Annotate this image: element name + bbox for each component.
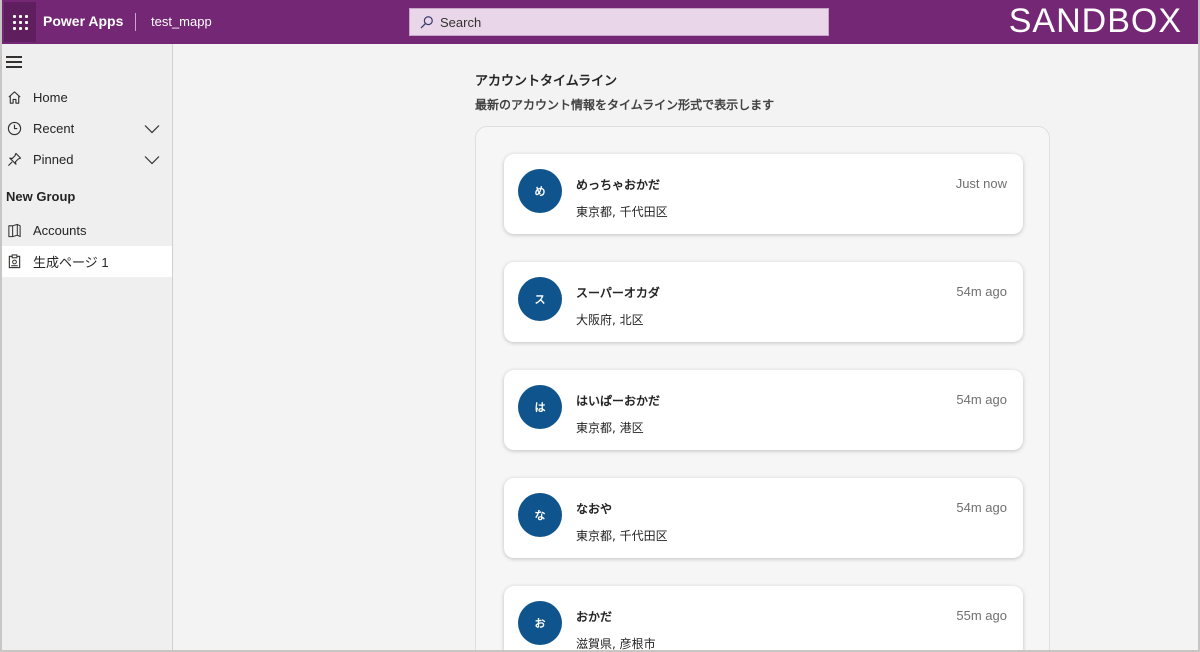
avatar: お [518, 601, 562, 645]
sidebar-item-generated-page[interactable]: 生成ページ 1 [2, 246, 172, 277]
timeline-card[interactable]: め めっちゃおかだ 東京都, 千代田区 Just now [504, 154, 1023, 234]
waffle-icon [12, 14, 28, 30]
app-title[interactable]: Power Apps [43, 13, 123, 29]
account-location: 滋賀県, 彦根市 [576, 637, 656, 651]
entity-icon [6, 223, 22, 239]
timeline-card[interactable]: な なおや 東京都, 千代田区 54m ago [504, 478, 1023, 558]
account-location: 大阪府, 北区 [576, 313, 644, 327]
timeline-card[interactable]: は はいぱーおかだ 東京都, 港区 54m ago [504, 370, 1023, 450]
avatar: は [518, 385, 562, 429]
sidebar-item-accounts[interactable]: Accounts [2, 215, 172, 246]
top-bar: Power Apps test_mapp SANDBOX [2, 0, 1198, 44]
account-location: 東京都, 港区 [576, 421, 644, 435]
generated-page-icon [6, 254, 22, 270]
avatar: な [518, 493, 562, 537]
chevron-down-icon[interactable] [144, 155, 160, 165]
sidebar-item-recent[interactable]: Recent [2, 113, 172, 144]
hamburger-menu-icon[interactable] [6, 56, 22, 70]
sidebar-item-label: Home [33, 90, 68, 105]
sidebar-item-home[interactable]: Home [2, 82, 172, 113]
sidebar-item-label: Accounts [33, 223, 87, 238]
account-location: 東京都, 千代田区 [576, 529, 668, 543]
header-divider [135, 13, 136, 31]
avatar: め [518, 169, 562, 213]
timestamp: 54m ago [956, 500, 1007, 515]
timeline-card[interactable]: お おかだ 滋賀県, 彦根市 55m ago [504, 586, 1023, 651]
timestamp: 54m ago [956, 284, 1007, 299]
app-frame: Power Apps test_mapp SANDBOX Home Re [0, 0, 1200, 652]
sidebar-item-label: 生成ページ 1 [33, 255, 109, 270]
account-name: スーパーオカダ [576, 286, 660, 300]
timeline-container[interactable]: め めっちゃおかだ 東京都, 千代田区 Just now ス スーパーオカダ 大… [475, 126, 1050, 651]
account-name: めっちゃおかだ [576, 178, 661, 192]
search-box[interactable] [409, 8, 829, 36]
search-input[interactable] [440, 14, 810, 30]
avatar: ス [518, 277, 562, 321]
pin-icon [6, 152, 22, 168]
nav-group-title: New Group [6, 189, 76, 204]
page-title: アカウントタイムライン [475, 74, 618, 89]
chevron-down-icon[interactable] [144, 124, 160, 134]
search-icon [420, 16, 433, 29]
account-location: 東京都, 千代田区 [576, 205, 668, 219]
account-name: なおや [576, 502, 613, 516]
sidebar-item-label: Recent [33, 121, 75, 136]
main-content: アカウントタイムライン 最新のアカウント情報をタイムライン形式で表示します め … [174, 44, 1198, 651]
account-name: はいぱーおかだ [576, 394, 661, 408]
sidebar-item-pinned[interactable]: Pinned [2, 144, 172, 175]
timestamp: 54m ago [956, 392, 1007, 407]
app-name[interactable]: test_mapp [151, 14, 212, 29]
sidebar-item-label: Pinned [33, 152, 74, 167]
environment-label: SANDBOX [1008, 2, 1182, 40]
timeline-card[interactable]: ス スーパーオカダ 大阪府, 北区 54m ago [504, 262, 1023, 342]
account-name: おかだ [576, 610, 613, 624]
sidebar: Home Recent Pinned New Group Accounts 生成… [2, 44, 173, 650]
home-icon [6, 90, 22, 106]
clock-icon [6, 121, 22, 137]
app-launcher-button[interactable] [4, 2, 36, 42]
timestamp: Just now [955, 176, 1007, 191]
page-subtitle: 最新のアカウント情報をタイムライン形式で表示します [475, 98, 775, 112]
timestamp: 55m ago [956, 608, 1007, 623]
